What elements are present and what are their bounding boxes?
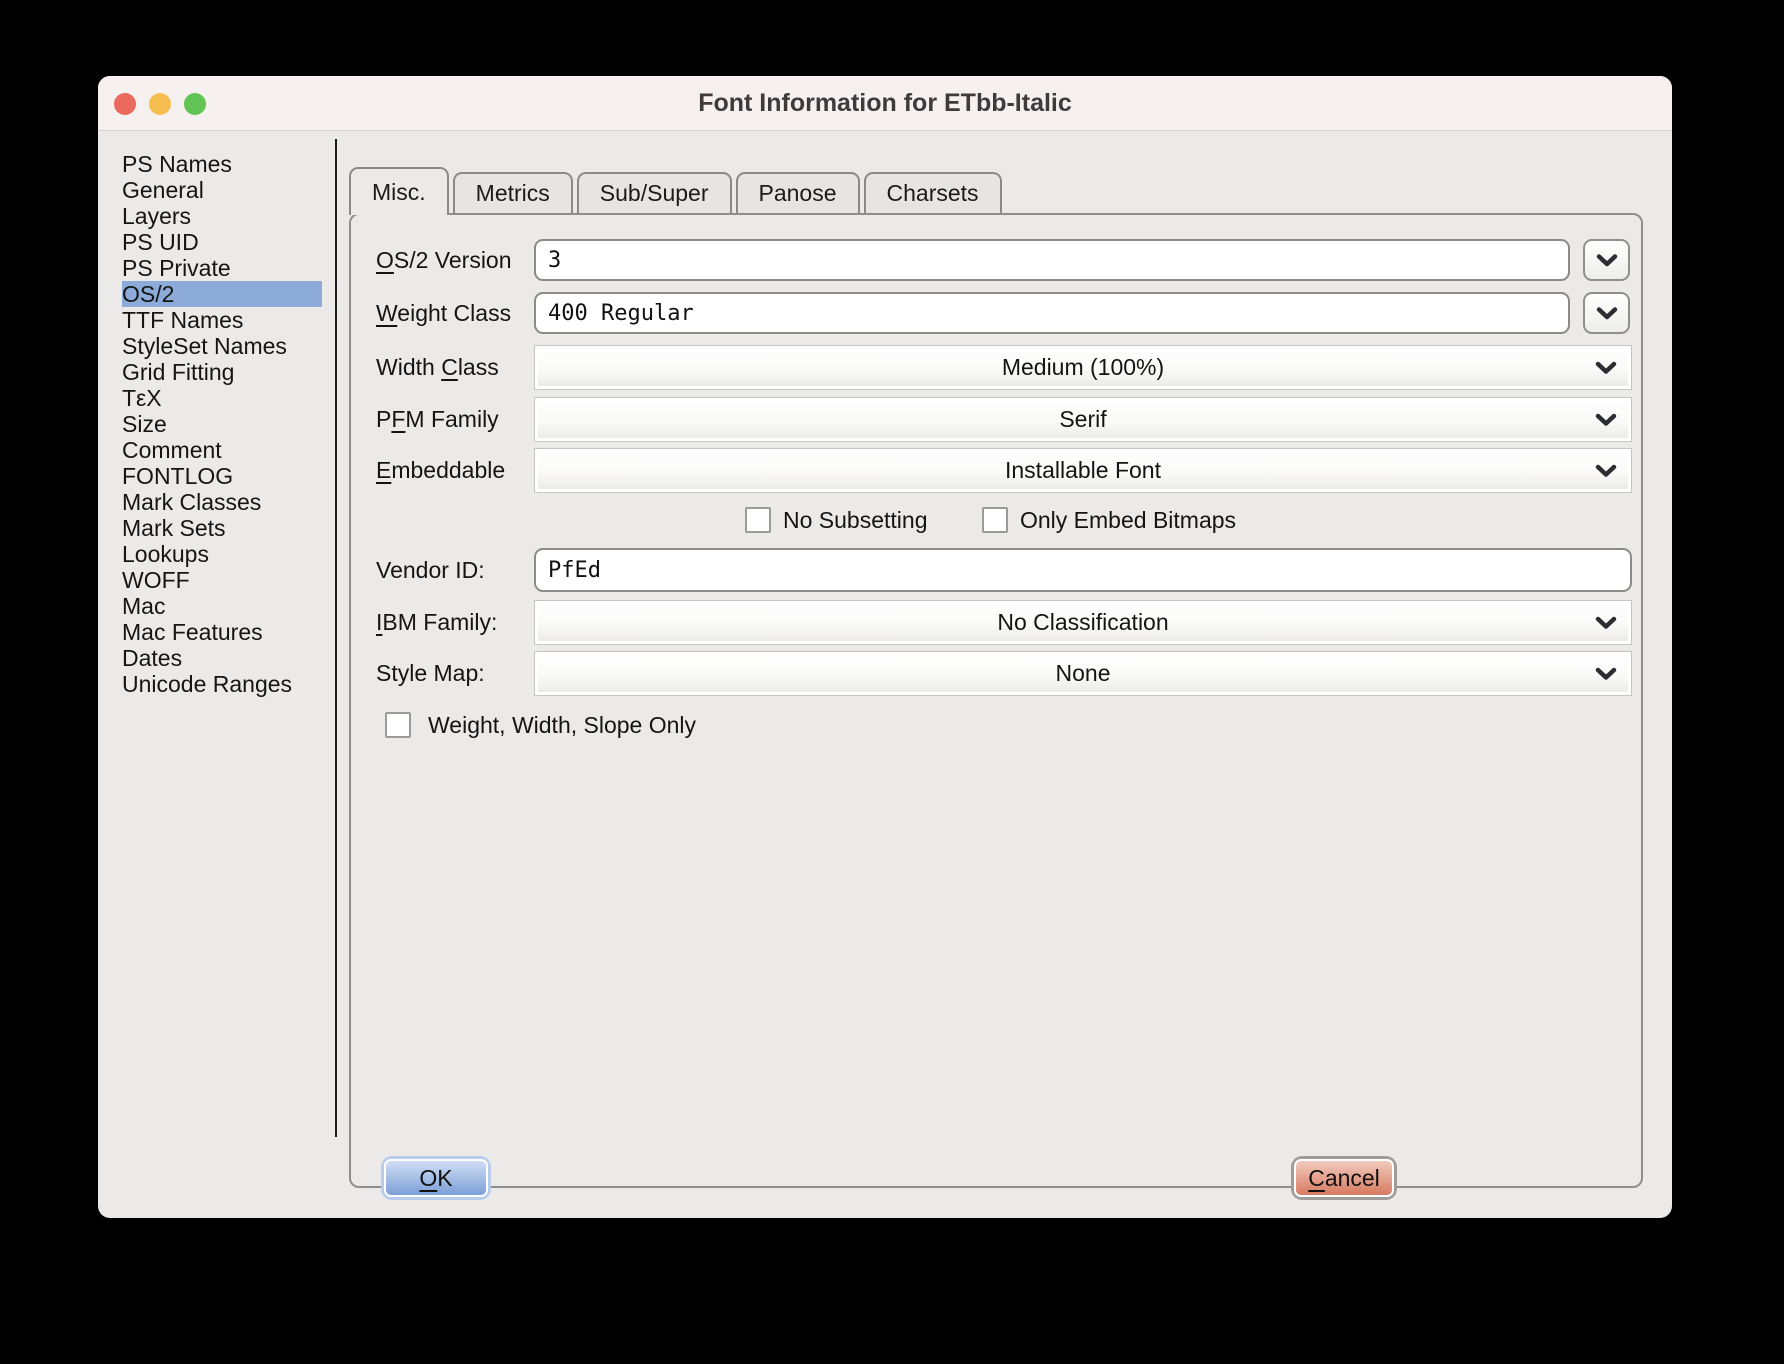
chevron-down-icon — [1595, 667, 1617, 680]
sidebar-item-ps-private[interactable]: PS Private — [122, 255, 322, 281]
chevron-down-icon — [1595, 464, 1617, 477]
sidebar-item-unicode-ranges[interactable]: Unicode Ranges — [122, 671, 322, 697]
sidebar-item-lookups[interactable]: Lookups — [122, 541, 322, 567]
chevron-down-icon — [1596, 253, 1618, 267]
embeddable-label: Embeddable — [376, 457, 506, 483]
weight-class-input[interactable] — [534, 292, 1570, 334]
pfm-family-select[interactable]: Serif — [534, 397, 1632, 442]
tab-charsets[interactable]: Charsets — [863, 172, 1002, 213]
weight-class-dropdown-button[interactable] — [1583, 292, 1630, 334]
tab-panose[interactable]: Panose — [735, 172, 860, 213]
sidebar-item-os-2[interactable]: OS/2 — [122, 281, 322, 307]
sidebar-item-styleset-names[interactable]: StyleSet Names — [122, 333, 322, 359]
chevron-down-icon — [1595, 361, 1617, 374]
sidebar-item-mark-sets[interactable]: Mark Sets — [122, 515, 322, 541]
ibm-family-label: IBM Family: — [376, 609, 498, 635]
chevron-down-icon — [1595, 616, 1617, 629]
sidebar-item-t-x[interactable]: TεX — [122, 385, 322, 411]
only-embed-bitmaps-label: Only Embed Bitmaps — [1020, 507, 1237, 533]
sidebar-item-dates[interactable]: Dates — [122, 645, 322, 671]
titlebar[interactable]: Font Information for ETbb-Italic — [98, 76, 1672, 131]
tab-sub-super[interactable]: Sub/Super — [576, 172, 732, 213]
pfm-family-label: PFM Family — [376, 406, 499, 432]
sidebar-item-mark-classes[interactable]: Mark Classes — [122, 489, 322, 515]
sidebar-item-comment[interactable]: Comment — [122, 437, 322, 463]
tab-bar: Misc. Metrics Sub/Super Panose Charsets — [349, 165, 1006, 215]
ok-button[interactable]: OK — [384, 1159, 488, 1197]
sidebar-item-woff[interactable]: WOFF — [122, 567, 322, 593]
no-subsetting-label: No Subsetting — [783, 507, 928, 533]
category-list: PS Names General Layers PS UID PS Private OS/… — [98, 151, 336, 697]
desktop-background: Font Information for ETbb-Italic PS Name… — [0, 0, 1784, 1364]
sidebar-divider — [335, 139, 337, 1137]
window-title: Font Information for ETbb-Italic — [698, 89, 1072, 117]
style-map-select[interactable]: None — [534, 651, 1632, 696]
tab-metrics[interactable]: Metrics — [452, 172, 573, 213]
sidebar-item-ps-names[interactable]: PS Names — [122, 151, 322, 177]
dialog-content: PS Names General Layers PS UID PS Private OS/… — [98, 131, 1672, 1218]
os2-version-dropdown-button[interactable] — [1583, 239, 1630, 281]
no-subsetting-checkbox[interactable] — [745, 507, 771, 533]
vendor-id-input[interactable] — [534, 548, 1632, 592]
width-class-select[interactable]: Medium (100%) — [534, 345, 1632, 390]
sidebar-item-general[interactable]: General — [122, 177, 322, 203]
width-class-label: Width Class — [376, 354, 499, 380]
style-map-label: Style Map: — [376, 660, 485, 686]
weight-class-label: Weight Class — [376, 299, 512, 326]
chevron-down-icon — [1595, 413, 1617, 426]
sidebar-item-mac-features[interactable]: Mac Features — [122, 619, 322, 645]
sidebar-item-size[interactable]: Size — [122, 411, 322, 437]
cancel-button[interactable]: Cancel — [1294, 1159, 1394, 1197]
embeddable-select[interactable]: Installable Font — [534, 448, 1632, 493]
sidebar-item-ps-uid[interactable]: PS UID — [122, 229, 322, 255]
ibm-family-select[interactable]: No Classification — [534, 600, 1632, 645]
ok-button-ring: OK — [381, 1156, 491, 1200]
cancel-button-ring: Cancel — [1291, 1156, 1397, 1200]
sidebar-item-grid-fitting[interactable]: Grid Fitting — [122, 359, 322, 385]
os2-version-label: OS/2 Version — [376, 246, 512, 273]
wws-only-label: Weight, Width, Slope Only — [428, 712, 697, 738]
sidebar-item-ttf-names[interactable]: TTF Names — [122, 307, 322, 333]
font-information-window: Font Information for ETbb-Italic PS Name… — [98, 76, 1672, 1218]
vendor-id-label: Vendor ID: — [376, 556, 485, 583]
wws-only-checkbox[interactable] — [385, 712, 411, 738]
sidebar-item-layers[interactable]: Layers — [122, 203, 322, 229]
sidebar-item-mac[interactable]: Mac — [122, 593, 322, 619]
only-embed-bitmaps-checkbox[interactable] — [982, 507, 1008, 533]
sidebar-item-fontlog[interactable]: FONTLOG — [122, 463, 322, 489]
chevron-down-icon — [1596, 306, 1618, 320]
os2-version-input[interactable] — [534, 239, 1570, 281]
tab-misc[interactable]: Misc. — [349, 167, 449, 215]
